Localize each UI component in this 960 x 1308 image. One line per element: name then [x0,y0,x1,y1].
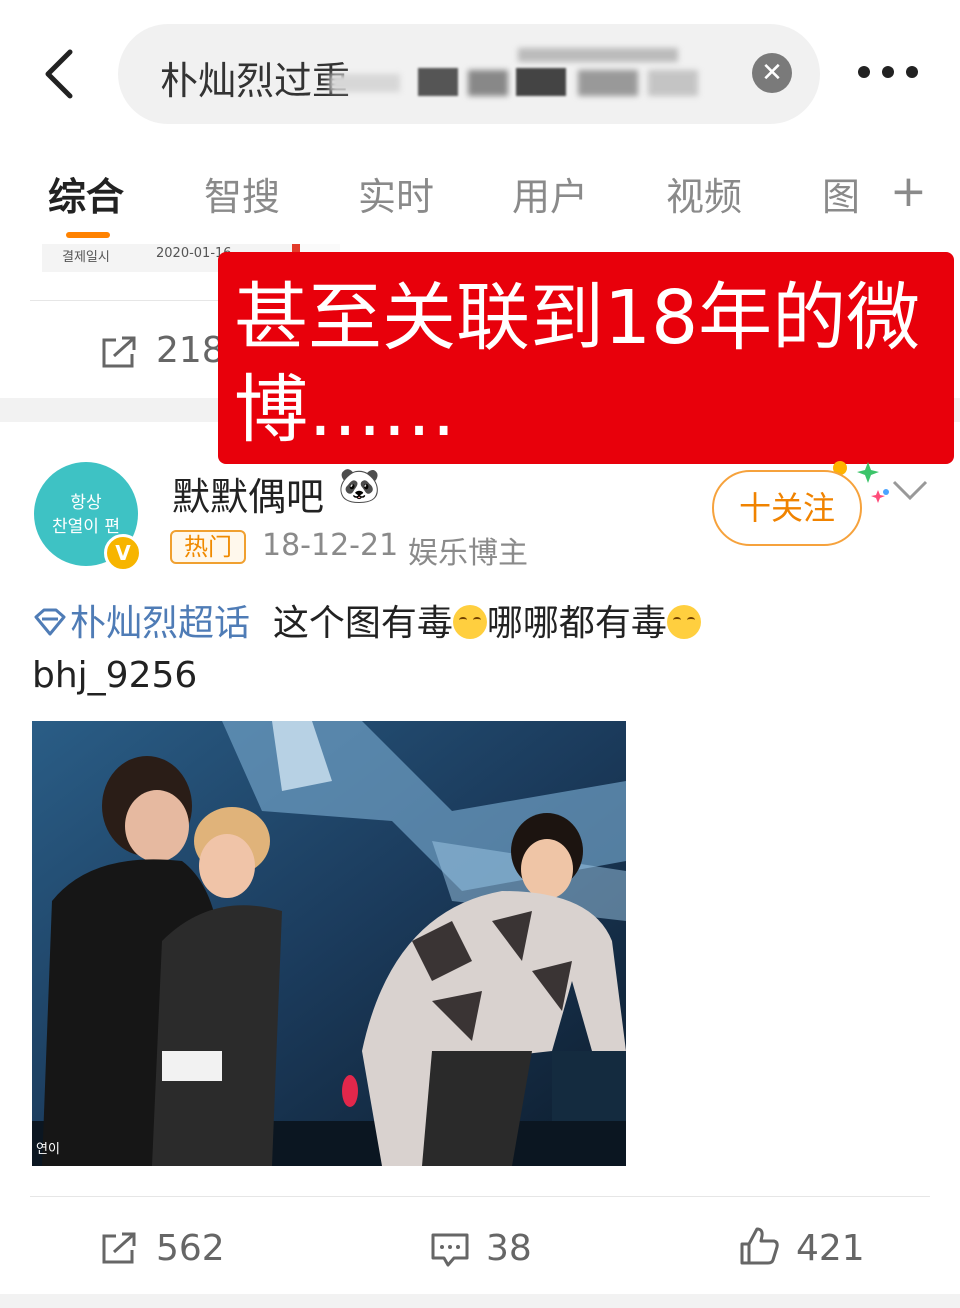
super-topic-link[interactable]: 朴灿烈超话 [70,603,250,644]
image-watermark: 연이 [36,1142,60,1157]
caption-text: 甚至关联到18年的微博…… [234,275,921,453]
divider [30,1196,930,1197]
user-role: 娱乐博主 [408,536,528,571]
thumb-text: 결제일시 [62,250,110,265]
blurred-query-segment [518,48,678,62]
comment-count[interactable]: 38 [486,1228,532,1269]
post-date: 18-12-21 [262,528,399,563]
more-options-icon[interactable] [858,62,918,82]
clear-search-icon[interactable]: ✕ [752,53,792,93]
like-icon[interactable] [738,1226,780,1266]
tab-video[interactable]: 视频 [666,166,742,221]
search-input[interactable]: 朴灿烈过重 [118,24,820,124]
super-topic-icon [34,608,66,636]
active-tab-indicator [66,232,110,238]
follow-button[interactable]: 十关注 [712,470,862,546]
laugh-cry-emoji-icon [452,605,487,639]
avatar[interactable]: 항상 찬열이 편 V [34,462,142,572]
blurred-query-segment [648,70,698,96]
post-body: 朴灿烈超话 这个图有毒 哪哪都有毒 bhj_9256 [32,598,932,702]
blurred-query-segment [516,68,566,96]
like-count[interactable]: 421 [796,1228,865,1269]
username[interactable]: 默默偶吧 [172,466,324,521]
panda-emoji-icon: 🐼 [338,466,381,506]
caption-banner: 甚至关联到18年的微博…… [218,252,954,464]
chevron-down-icon[interactable] [890,478,930,502]
verified-badge-icon: V [104,534,142,572]
share-icon[interactable] [100,334,138,370]
post-text: bhj_9256 [32,655,198,696]
tab-users[interactable]: 用户 [512,166,588,221]
search-query-text: 朴灿烈过重 [160,59,351,103]
tab-comprehensive[interactable]: 综合 [48,166,124,221]
feed-separator [0,1294,960,1308]
post-image[interactable]: 연이 [32,721,626,1166]
avatar-text: 항상 [70,493,102,513]
hot-badge: 热门 [170,530,246,564]
post-text: 哪哪都有毒 [486,603,667,644]
share-count: 218 [156,330,225,371]
back-arrow-icon[interactable] [38,46,82,102]
tab-realtime[interactable]: 实时 [358,166,434,221]
comment-icon[interactable] [430,1232,470,1268]
tab-images[interactable]: 图 [822,166,860,221]
add-tab-icon[interactable]: + [890,166,927,217]
blurred-query-segment [418,68,458,96]
share-count[interactable]: 562 [156,1228,225,1269]
laugh-cry-emoji-icon [666,605,701,639]
blurred-query-segment [330,74,400,92]
blurred-query-segment [468,70,508,96]
share-icon[interactable] [100,1230,138,1266]
post-text: 这个图有毒 [272,603,453,644]
blurred-query-segment [578,70,638,96]
tab-smart-search[interactable]: 智搜 [204,166,280,221]
